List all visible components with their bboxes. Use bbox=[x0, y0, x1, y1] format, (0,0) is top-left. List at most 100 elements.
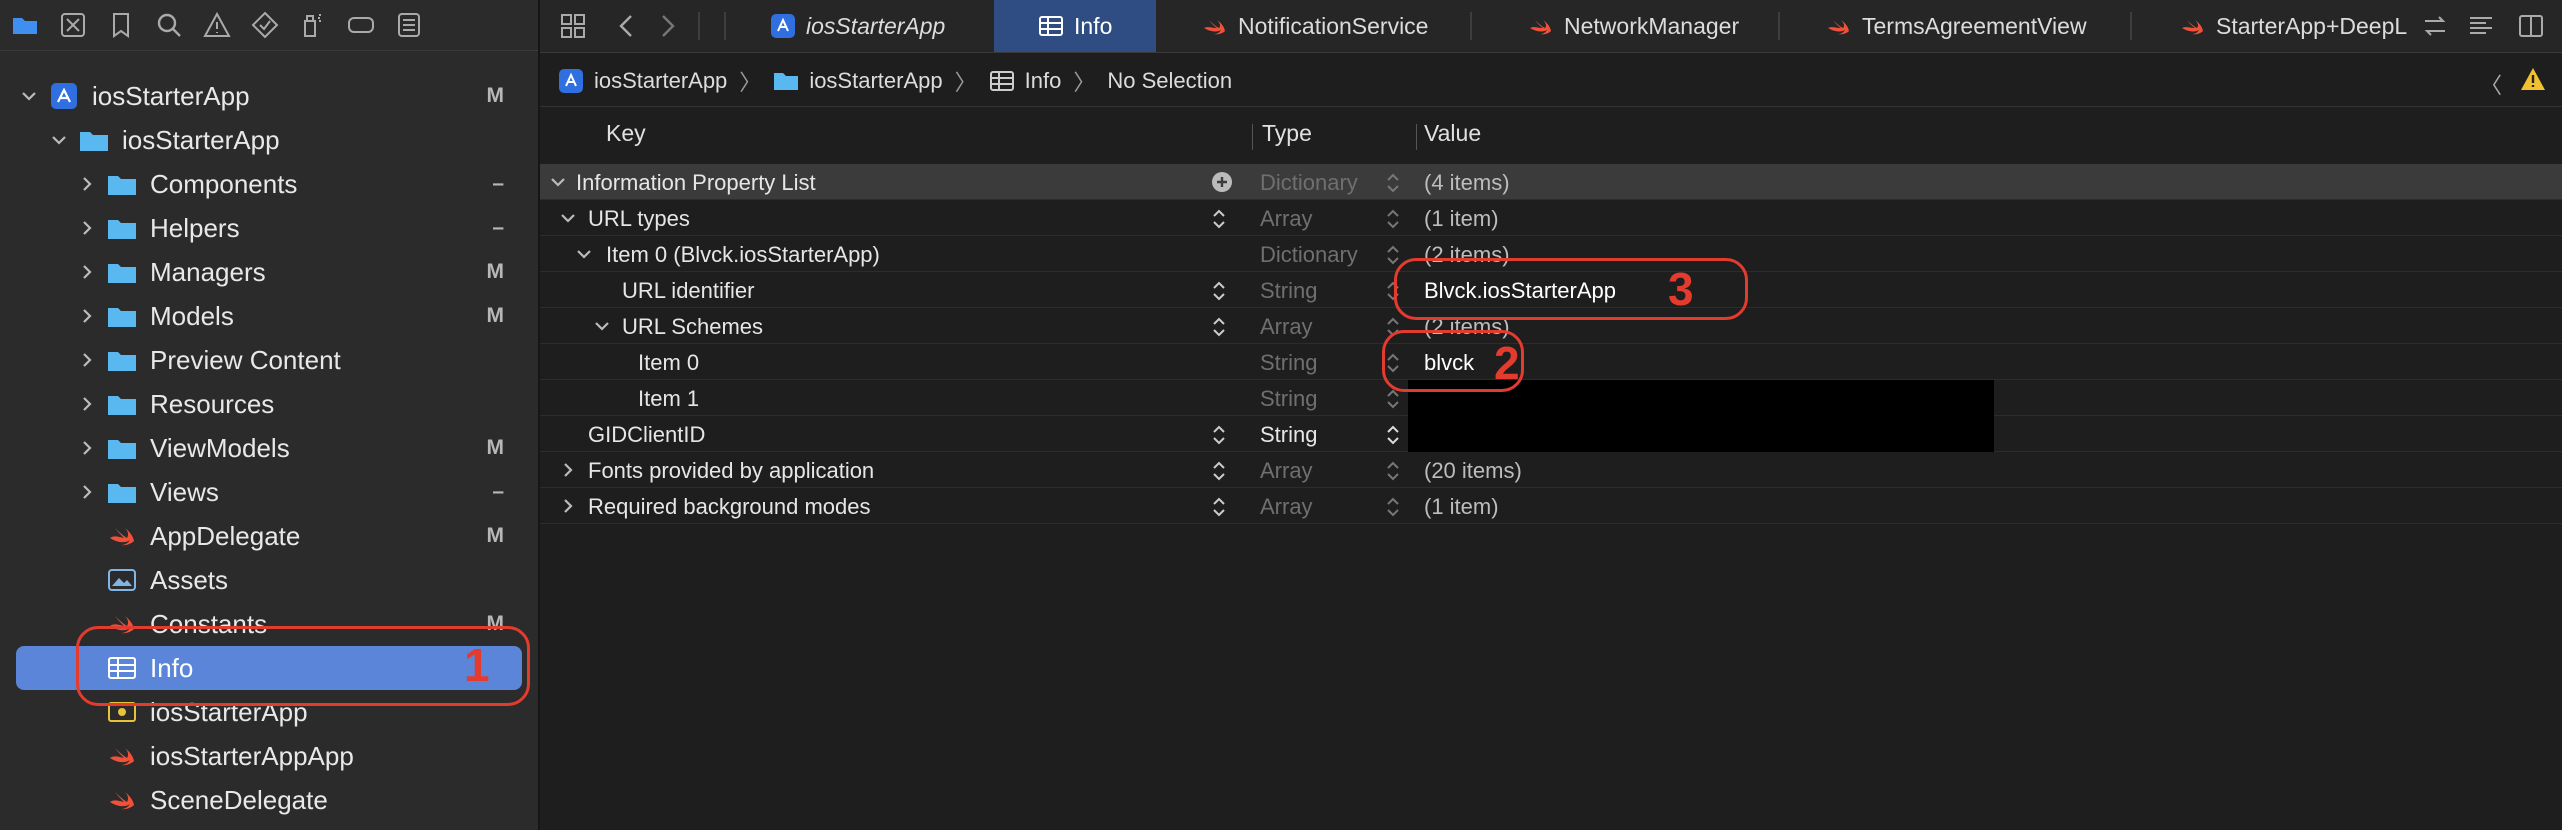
chevron-down-icon[interactable] bbox=[558, 208, 578, 228]
column-header-value[interactable]: Value bbox=[1424, 120, 1481, 147]
plist-type[interactable]: Array bbox=[1260, 494, 1313, 520]
tree-item-iosstarterappapp[interactable]: iosStarterAppApp bbox=[16, 736, 522, 776]
annotation-number-3: 3 bbox=[1668, 263, 1694, 315]
chevron-down-icon[interactable] bbox=[548, 172, 568, 192]
chevron-right-icon[interactable] bbox=[74, 479, 100, 505]
tab-iosstarterapp-project[interactable]: iosStarterApp bbox=[770, 0, 945, 52]
key-stepper-icon[interactable] bbox=[1212, 208, 1226, 230]
plist-type[interactable]: String bbox=[1260, 278, 1317, 304]
tab-starterapp-deeplink[interactable]: StarterApp+DeepL bbox=[2180, 0, 2407, 52]
tree-item-appdelegate[interactable]: AppDelegate M bbox=[16, 516, 522, 556]
column-header-type[interactable]: Type bbox=[1262, 120, 1312, 147]
add-row-icon[interactable] bbox=[1210, 170, 1234, 194]
chevron-right-icon[interactable] bbox=[74, 303, 100, 329]
plist-key: URL Schemes bbox=[622, 314, 764, 339]
forward-arrow-icon[interactable] bbox=[650, 9, 684, 43]
tab-info[interactable]: Info bbox=[994, 0, 1156, 52]
tree-item-preview-content[interactable]: Preview Content bbox=[16, 340, 522, 380]
plist-type[interactable]: Array bbox=[1260, 458, 1313, 484]
report-icon[interactable] bbox=[392, 8, 426, 42]
chevron-right-icon[interactable] bbox=[74, 215, 100, 241]
plist-type[interactable]: String bbox=[1260, 422, 1317, 448]
chevron-right-icon[interactable] bbox=[74, 347, 100, 373]
tree-item-models[interactable]: Models M bbox=[16, 296, 522, 336]
grid-icon[interactable] bbox=[556, 9, 590, 43]
swap-arrows-icon[interactable] bbox=[2418, 9, 2452, 43]
plist-type[interactable]: String bbox=[1260, 350, 1317, 376]
tree-item-viewmodels[interactable]: ViewModels M bbox=[16, 428, 522, 468]
tree-item-label: ViewModels bbox=[150, 432, 290, 463]
tree-item-views[interactable]: Views – bbox=[16, 472, 522, 512]
breakpoint-icon[interactable] bbox=[344, 8, 378, 42]
tree-item-helpers[interactable]: Helpers – bbox=[16, 208, 522, 248]
plist-key: Item 0 bbox=[638, 350, 700, 375]
plist-row[interactable]: URL types Array (1 item) bbox=[540, 200, 2562, 236]
chevron-down-icon[interactable] bbox=[574, 244, 594, 264]
chevron-right-icon[interactable] bbox=[74, 171, 100, 197]
type-stepper-icon[interactable] bbox=[1386, 424, 1400, 446]
scm-status-badge: M bbox=[486, 260, 505, 283]
chevron-right-icon[interactable] bbox=[558, 496, 578, 516]
key-stepper-icon[interactable] bbox=[1212, 424, 1226, 446]
plist-row[interactable]: Information Property List Dictionary (4 … bbox=[540, 164, 2562, 200]
chevron-right-icon[interactable] bbox=[558, 460, 578, 480]
tree-item-assets[interactable]: Assets bbox=[16, 560, 522, 600]
tree-item-components[interactable]: Components – bbox=[16, 164, 522, 204]
type-stepper-icon[interactable] bbox=[1386, 460, 1400, 482]
editor-options-icon[interactable] bbox=[2464, 9, 2498, 43]
chevron-right-icon[interactable] bbox=[74, 435, 100, 461]
folder-navigator-icon[interactable] bbox=[8, 8, 42, 42]
type-stepper-icon[interactable] bbox=[1386, 172, 1400, 194]
bookmark-icon[interactable] bbox=[104, 8, 138, 42]
folder-icon bbox=[106, 434, 138, 462]
back-arrow-icon[interactable] bbox=[610, 9, 644, 43]
tab-termsagreementview[interactable]: TermsAgreementView bbox=[1826, 0, 2087, 52]
plist-row[interactable]: Fonts provided by application Array (20 … bbox=[540, 452, 2562, 488]
breadcrumb-label: Info bbox=[1024, 68, 1062, 93]
plist-row[interactable]: Required background modes Array (1 item) bbox=[540, 488, 2562, 524]
chevron-down-icon[interactable] bbox=[592, 316, 612, 336]
breadcrumb-label: iosStarterApp bbox=[809, 68, 943, 93]
scm-status-badge: – bbox=[492, 480, 504, 503]
warning-icon[interactable] bbox=[200, 8, 234, 42]
tree-item-project-root[interactable]: iosStarterApp M bbox=[16, 76, 522, 116]
plist-row[interactable]: Item 0 String blvck bbox=[540, 344, 2562, 380]
tree-item-label: Models bbox=[150, 300, 234, 331]
key-stepper-icon[interactable] bbox=[1212, 280, 1226, 302]
tree-item-resources[interactable]: Resources bbox=[16, 384, 522, 424]
column-header-key[interactable]: Key bbox=[606, 120, 646, 147]
chevron-down-icon[interactable] bbox=[16, 83, 42, 109]
plist-type[interactable]: Array bbox=[1260, 206, 1313, 232]
property-list-editor: Key Type Value Information Property List… bbox=[540, 110, 2562, 830]
plist-type[interactable]: Dictionary bbox=[1260, 170, 1358, 196]
annotation-highlight-1 bbox=[76, 626, 530, 706]
breadcrumb-item-selection[interactable]: No Selection bbox=[1107, 68, 1232, 94]
key-stepper-icon[interactable] bbox=[1212, 496, 1226, 518]
tree-item-managers[interactable]: Managers M bbox=[16, 252, 522, 292]
type-stepper-icon[interactable] bbox=[1386, 244, 1400, 266]
breadcrumb-item-project[interactable]: iosStarterApp bbox=[558, 68, 727, 94]
tab-networkmanager[interactable]: NetworkManager bbox=[1528, 0, 1739, 52]
chevron-down-icon[interactable] bbox=[46, 127, 72, 153]
plist-type[interactable]: Array bbox=[1260, 314, 1313, 340]
tree-item-group-iosStarterApp[interactable]: iosStarterApp bbox=[16, 120, 522, 160]
plist-type[interactable]: String bbox=[1260, 386, 1317, 412]
tree-item-scenedelegate[interactable]: SceneDelegate bbox=[16, 780, 522, 820]
search-icon[interactable] bbox=[152, 8, 186, 42]
chevron-right-icon[interactable] bbox=[74, 259, 100, 285]
breadcrumb-item-file[interactable]: Info bbox=[989, 68, 1062, 94]
test-diamond-icon[interactable] bbox=[248, 8, 282, 42]
source-control-icon[interactable] bbox=[56, 8, 90, 42]
chevron-right-icon[interactable] bbox=[74, 391, 100, 417]
type-stepper-icon[interactable] bbox=[1386, 208, 1400, 230]
plist-type[interactable]: Dictionary bbox=[1260, 242, 1358, 268]
add-editor-icon[interactable] bbox=[2514, 9, 2548, 43]
warning-icon[interactable] bbox=[2520, 66, 2546, 92]
debug-spray-icon[interactable] bbox=[296, 8, 330, 42]
breadcrumb-item-group[interactable]: iosStarterApp bbox=[773, 68, 943, 94]
type-stepper-icon[interactable] bbox=[1386, 496, 1400, 518]
tab-notificationservice[interactable]: NotificationService bbox=[1202, 0, 1428, 52]
chevron-left-icon[interactable]: 〈 bbox=[2480, 68, 2502, 100]
key-stepper-icon[interactable] bbox=[1212, 460, 1226, 482]
key-stepper-icon[interactable] bbox=[1212, 316, 1226, 338]
